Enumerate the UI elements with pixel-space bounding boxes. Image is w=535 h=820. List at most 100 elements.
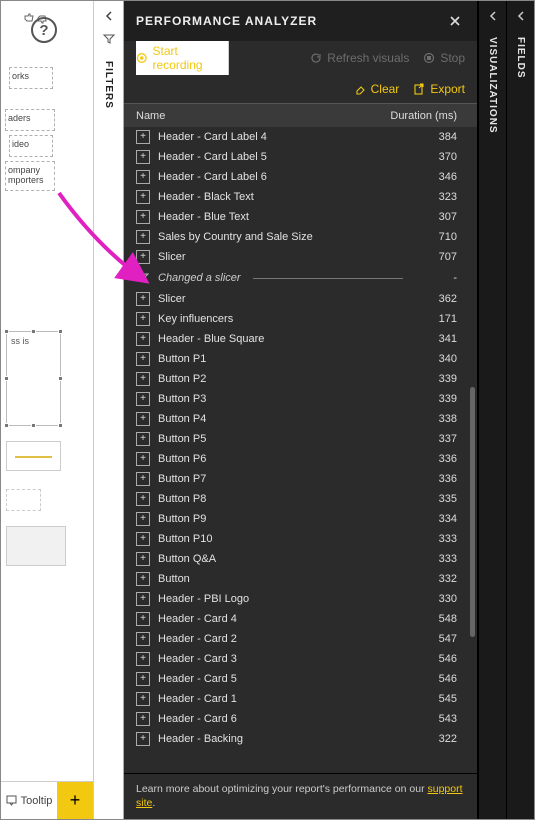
performance-row[interactable]: +Slicer362 bbox=[130, 289, 471, 309]
visual-placeholder[interactable] bbox=[6, 441, 61, 471]
performance-row[interactable]: +Button P3339 bbox=[130, 389, 471, 409]
visual-text: ss is bbox=[7, 332, 60, 350]
action-label: Start recording bbox=[153, 44, 228, 72]
chevron-left-icon[interactable] bbox=[488, 11, 498, 21]
row-name: Sales by Country and Sale Size bbox=[158, 231, 407, 243]
expand-icon[interactable]: + bbox=[136, 672, 150, 686]
expand-icon[interactable]: + bbox=[136, 652, 150, 666]
expand-icon[interactable]: + bbox=[136, 150, 150, 164]
export-button[interactable]: Export bbox=[413, 82, 465, 96]
performance-row[interactable]: +Header - Card 6543 bbox=[130, 709, 471, 729]
clear-button[interactable]: Clear bbox=[354, 82, 400, 96]
visual-placeholder[interactable]: aders bbox=[5, 109, 55, 131]
expand-icon[interactable]: + bbox=[136, 170, 150, 184]
expand-icon[interactable]: + bbox=[136, 352, 150, 366]
add-page-button[interactable]: + bbox=[57, 782, 93, 820]
performance-row[interactable]: +Slicer707 bbox=[130, 247, 471, 267]
expand-icon[interactable]: + bbox=[136, 130, 150, 144]
expand-icon[interactable]: + bbox=[136, 532, 150, 546]
expand-icon[interactable]: + bbox=[136, 432, 150, 446]
performance-row[interactable]: +Button P10333 bbox=[130, 529, 471, 549]
performance-row[interactable]: +Button P4338 bbox=[130, 409, 471, 429]
expand-icon[interactable]: + bbox=[136, 472, 150, 486]
scrollbar-thumb[interactable] bbox=[470, 387, 475, 637]
performance-row[interactable]: +Button P1340 bbox=[130, 349, 471, 369]
performance-row[interactable]: + Key influencers171 bbox=[130, 309, 471, 329]
performance-row[interactable]: +Header - Black Text323 bbox=[130, 187, 471, 207]
performance-row[interactable]: +Header - Card 5546 bbox=[130, 669, 471, 689]
expand-icon[interactable]: + bbox=[136, 332, 150, 346]
performance-row[interactable]: +Header - Card 3546 bbox=[130, 649, 471, 669]
expand-icon[interactable]: + bbox=[136, 250, 150, 264]
performance-row[interactable]: +Header - PBI Logo330 bbox=[130, 589, 471, 609]
expand-icon[interactable]: + bbox=[136, 692, 150, 706]
expand-icon[interactable]: + bbox=[136, 292, 150, 306]
expand-icon[interactable]: + bbox=[136, 210, 150, 224]
expand-icon[interactable]: + bbox=[136, 632, 150, 646]
chevron-left-icon[interactable] bbox=[516, 11, 526, 21]
performance-row[interactable]: +Button P5337 bbox=[130, 429, 471, 449]
visual-placeholder[interactable] bbox=[6, 526, 66, 566]
close-icon[interactable] bbox=[445, 11, 465, 31]
performance-row[interactable]: +Header - Blue Text307 bbox=[130, 207, 471, 227]
performance-row[interactable]: +Header - Blue Square341 bbox=[130, 329, 471, 349]
visualizations-pane-collapsed[interactable]: VISUALIZATIONS bbox=[478, 1, 506, 819]
performance-row[interactable]: +Header - Card 4548 bbox=[130, 609, 471, 629]
expand-icon[interactable]: + bbox=[136, 612, 150, 626]
visual-placeholder[interactable]: ompany mporters bbox=[5, 161, 55, 191]
report-canvas[interactable]: ? orks aders ideo ompany mporters ss is bbox=[1, 1, 94, 819]
row-name: Key influencers bbox=[158, 313, 407, 325]
performance-row[interactable]: +Button P9334 bbox=[130, 509, 471, 529]
performance-row[interactable]: +Button332 bbox=[130, 569, 471, 589]
expand-icon[interactable]: + bbox=[136, 712, 150, 726]
performance-row[interactable]: +Header - Card 2547 bbox=[130, 629, 471, 649]
visual-placeholder[interactable]: ideo bbox=[9, 135, 53, 157]
expand-icon[interactable]: + bbox=[136, 372, 150, 386]
performance-row[interactable]: +Sales by Country and Sale Size710 bbox=[130, 227, 471, 247]
chevron-left-icon[interactable] bbox=[104, 11, 114, 21]
performance-row[interactable]: +Header - Card Label 6346 bbox=[130, 167, 471, 187]
selected-visual[interactable]: ss is bbox=[6, 331, 61, 426]
expand-icon[interactable]: + bbox=[136, 492, 150, 506]
fields-pane-collapsed[interactable]: FIELDS bbox=[506, 1, 534, 819]
performance-row[interactable]: +Header - Backing322 bbox=[130, 729, 471, 749]
row-duration: 171 bbox=[407, 313, 457, 325]
performance-row[interactable]: +Header - Card Label 4384 bbox=[130, 127, 471, 147]
performance-row[interactable]: +Button Q&A333 bbox=[130, 549, 471, 569]
expand-icon[interactable]: + bbox=[136, 512, 150, 526]
row-duration: 548 bbox=[407, 613, 457, 625]
row-name: Header - Blue Square bbox=[158, 333, 407, 345]
performance-row[interactable]: +Button P8335 bbox=[130, 489, 471, 509]
expand-icon[interactable]: + bbox=[136, 392, 150, 406]
performance-rows[interactable]: +Header - Card Label 4384+Header - Card … bbox=[124, 127, 477, 773]
start-recording-button[interactable]: Start recording bbox=[136, 41, 229, 75]
performance-row[interactable]: +Button P2339 bbox=[130, 369, 471, 389]
row-duration: 338 bbox=[407, 413, 457, 425]
visual-placeholder[interactable] bbox=[6, 489, 41, 511]
performance-row[interactable]: +Button P7336 bbox=[130, 469, 471, 489]
expand-icon[interactable]: + bbox=[136, 592, 150, 606]
expand-icon[interactable]: + bbox=[136, 412, 150, 426]
row-duration: 333 bbox=[407, 533, 457, 545]
expand-icon[interactable]: + bbox=[136, 230, 150, 244]
help-icon[interactable]: ? bbox=[31, 17, 57, 43]
row-duration: 307 bbox=[407, 211, 457, 223]
expand-icon[interactable]: + bbox=[136, 572, 150, 586]
performance-row[interactable]: +Button P6336 bbox=[130, 449, 471, 469]
row-duration: 323 bbox=[407, 191, 457, 203]
performance-row[interactable]: +Header - Card Label 5370 bbox=[130, 147, 471, 167]
stop-icon bbox=[423, 52, 435, 64]
expand-icon[interactable]: + bbox=[136, 452, 150, 466]
filters-pane-collapsed[interactable]: FILTERS bbox=[94, 1, 124, 819]
tab-tooltip[interactable]: Tooltip bbox=[1, 795, 57, 807]
row-name: Header - Backing bbox=[158, 733, 407, 745]
expand-icon[interactable]: + bbox=[136, 312, 150, 326]
visual-placeholder[interactable]: orks bbox=[9, 67, 53, 89]
action-label: Stop bbox=[440, 51, 465, 65]
performance-row[interactable]: +Header - Card 1545 bbox=[130, 689, 471, 709]
row-name: Header - Card 5 bbox=[158, 673, 407, 685]
footer-text: . bbox=[152, 797, 155, 809]
expand-icon[interactable]: + bbox=[136, 190, 150, 204]
expand-icon[interactable]: + bbox=[136, 732, 150, 746]
expand-icon[interactable]: + bbox=[136, 552, 150, 566]
